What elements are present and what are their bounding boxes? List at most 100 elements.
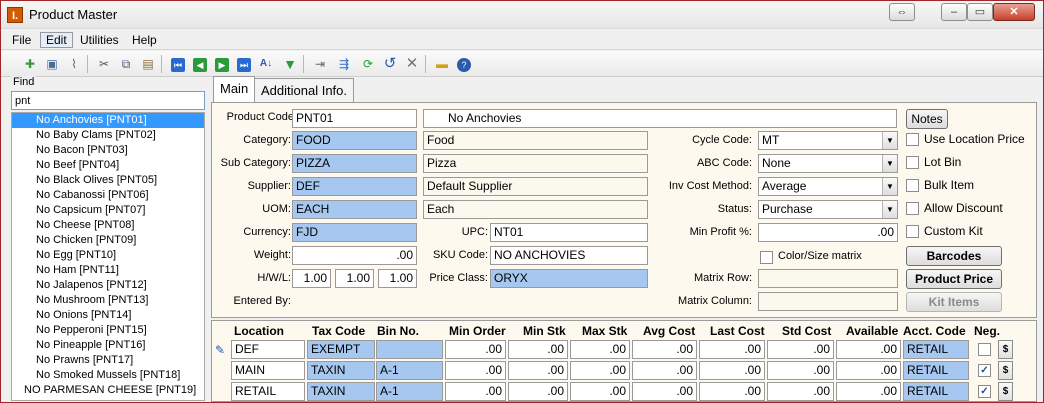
attach-icon[interactable]: ⌇ (65, 55, 83, 73)
weight-field[interactable]: .00 (292, 246, 417, 265)
refresh-icon[interactable]: ⟳ (359, 55, 377, 73)
avg-cost-cell[interactable]: .00 (632, 361, 697, 380)
upc-field[interactable]: NT01 (490, 223, 648, 242)
max-stk-cell[interactable]: .00 (570, 361, 630, 380)
location-cell[interactable]: RETAIL (231, 382, 305, 401)
location-cell[interactable]: DEF (231, 340, 305, 359)
list-item[interactable]: No Chicken [PNT09] (12, 233, 204, 248)
description-field[interactable]: No Anchovies (423, 109, 897, 128)
inv-cost-select[interactable]: Average ▼ (758, 177, 898, 196)
min-stk-cell[interactable]: .00 (508, 340, 568, 359)
find-input[interactable] (11, 91, 205, 110)
list-item[interactable]: No Bacon [PNT03] (12, 143, 204, 158)
list-item[interactable]: No Ham [PNT11] (12, 263, 204, 278)
lot-bin-checkbox[interactable] (906, 156, 919, 169)
std-cost-cell[interactable]: .00 (767, 361, 834, 380)
outdent-icon[interactable]: ⇶ (335, 55, 353, 73)
menu-utilities[interactable]: Utilities (75, 32, 124, 48)
avg-cost-cell[interactable]: .00 (632, 340, 697, 359)
indent-icon[interactable]: ⇥ (311, 55, 329, 73)
tab-additional-info[interactable]: Additional Info. (254, 78, 355, 102)
list-item[interactable]: No Onions [PNT14] (12, 308, 204, 323)
neg-checkbox[interactable]: ✓ (978, 385, 991, 398)
max-stk-cell[interactable]: .00 (570, 382, 630, 401)
min-order-cell[interactable]: .00 (445, 361, 506, 380)
abc-code-select[interactable]: None ▼ (758, 154, 898, 173)
last-record-icon[interactable]: ⏭ (235, 55, 253, 73)
acct-code-cell[interactable]: RETAIL (903, 361, 969, 380)
maximize-button[interactable]: ▭ (967, 3, 993, 21)
currency-code-field[interactable]: FJD (292, 223, 417, 242)
next-record-icon[interactable]: ▶ (213, 55, 231, 73)
chevron-down-icon[interactable]: ▼ (882, 132, 897, 149)
copy-icon[interactable]: ⧉ (117, 55, 135, 73)
list-item[interactable]: No Black Olives [PNT05] (12, 173, 204, 188)
min-stk-cell[interactable]: .00 (508, 361, 568, 380)
price-class-field[interactable]: ORYX (490, 269, 648, 288)
status-select[interactable]: Purchase ▼ (758, 200, 898, 219)
tax-code-cell[interactable]: TAXIN (307, 361, 375, 380)
bin-cell[interactable]: A-1 (376, 361, 443, 380)
paste-icon[interactable]: ▤ (139, 55, 157, 73)
previous-record-icon[interactable]: ◀ (191, 55, 209, 73)
list-item[interactable]: No Egg [PNT10] (12, 248, 204, 263)
dollar-button[interactable]: $ (998, 340, 1013, 359)
tab-main[interactable]: Main (213, 76, 256, 103)
bin-cell[interactable] (376, 340, 443, 359)
list-item[interactable]: No Pepperoni [PNT15] (12, 323, 204, 338)
cut-icon[interactable]: ✂ (95, 55, 113, 73)
first-record-icon[interactable]: ⏮ (169, 55, 187, 73)
min-profit-field[interactable]: .00 (758, 223, 898, 242)
help-icon[interactable]: ? (455, 55, 473, 73)
notes-button[interactable]: Notes (906, 109, 948, 129)
undo-icon[interactable]: ↺ (381, 55, 399, 73)
folder-icon[interactable]: ▬ (433, 55, 451, 73)
custom-kit-checkbox[interactable] (906, 225, 919, 238)
dollar-button[interactable]: $ (998, 382, 1013, 401)
list-item[interactable]: NO PARMESAN CHEESE [PNT19] (12, 383, 204, 398)
min-order-cell[interactable]: .00 (445, 382, 506, 401)
sort-az-icon[interactable]: A↓ (257, 55, 275, 73)
menu-edit[interactable]: Edit (40, 32, 73, 48)
restore-arrows-icon[interactable]: ⇔ (889, 3, 915, 21)
cycle-code-select[interactable]: MT ▼ (758, 131, 898, 150)
bulk-item-checkbox[interactable] (906, 179, 919, 192)
list-item[interactable]: No Cabanossi [PNT06] (12, 188, 204, 203)
width-field[interactable]: 1.00 (335, 269, 374, 288)
list-item[interactable]: No Beef [PNT04] (12, 158, 204, 173)
list-item[interactable]: No Cheese [PNT08] (12, 218, 204, 233)
menu-help[interactable]: Help (127, 32, 162, 48)
tax-code-cell[interactable]: TAXIN (307, 382, 375, 401)
minimize-button[interactable]: – (941, 3, 967, 21)
subcategory-code-field[interactable]: PIZZA (292, 154, 417, 173)
min-order-cell[interactable]: .00 (445, 340, 506, 359)
last-cost-cell[interactable]: .00 (699, 382, 765, 401)
list-item[interactable]: No Capsicum [PNT07] (12, 203, 204, 218)
save-icon[interactable]: ▣ (43, 55, 61, 73)
filter-icon[interactable]: ▼ (281, 55, 299, 73)
menu-file[interactable]: File (7, 32, 36, 48)
std-cost-cell[interactable]: .00 (767, 340, 834, 359)
product-code-field[interactable]: PNT01 (292, 109, 417, 128)
bin-cell[interactable]: A-1 (376, 382, 443, 401)
use-location-price-checkbox[interactable] (906, 133, 919, 146)
max-stk-cell[interactable]: .00 (570, 340, 630, 359)
acct-code-cell[interactable]: RETAIL (903, 382, 969, 401)
acct-code-cell[interactable]: RETAIL (903, 340, 969, 359)
list-item[interactable]: No Prawns [PNT17] (12, 353, 204, 368)
last-cost-cell[interactable]: .00 (699, 361, 765, 380)
neg-checkbox[interactable]: ✓ (978, 364, 991, 377)
tax-code-cell[interactable]: EXEMPT (307, 340, 375, 359)
last-cost-cell[interactable]: .00 (699, 340, 765, 359)
std-cost-cell[interactable]: .00 (767, 382, 834, 401)
supplier-code-field[interactable]: DEF (292, 177, 417, 196)
product-price-button[interactable]: Product Price (906, 269, 1002, 289)
length-field[interactable]: 1.00 (378, 269, 417, 288)
list-item[interactable]: No Anchovies [PNT01] (12, 113, 204, 128)
uom-code-field[interactable]: EACH (292, 200, 417, 219)
min-stk-cell[interactable]: .00 (508, 382, 568, 401)
chevron-down-icon[interactable]: ▼ (882, 201, 897, 218)
list-item[interactable]: No Smoked Mussels [PNT18] (12, 368, 204, 383)
list-item[interactable]: No Baby Clams [PNT02] (12, 128, 204, 143)
category-code-field[interactable]: FOOD (292, 131, 417, 150)
